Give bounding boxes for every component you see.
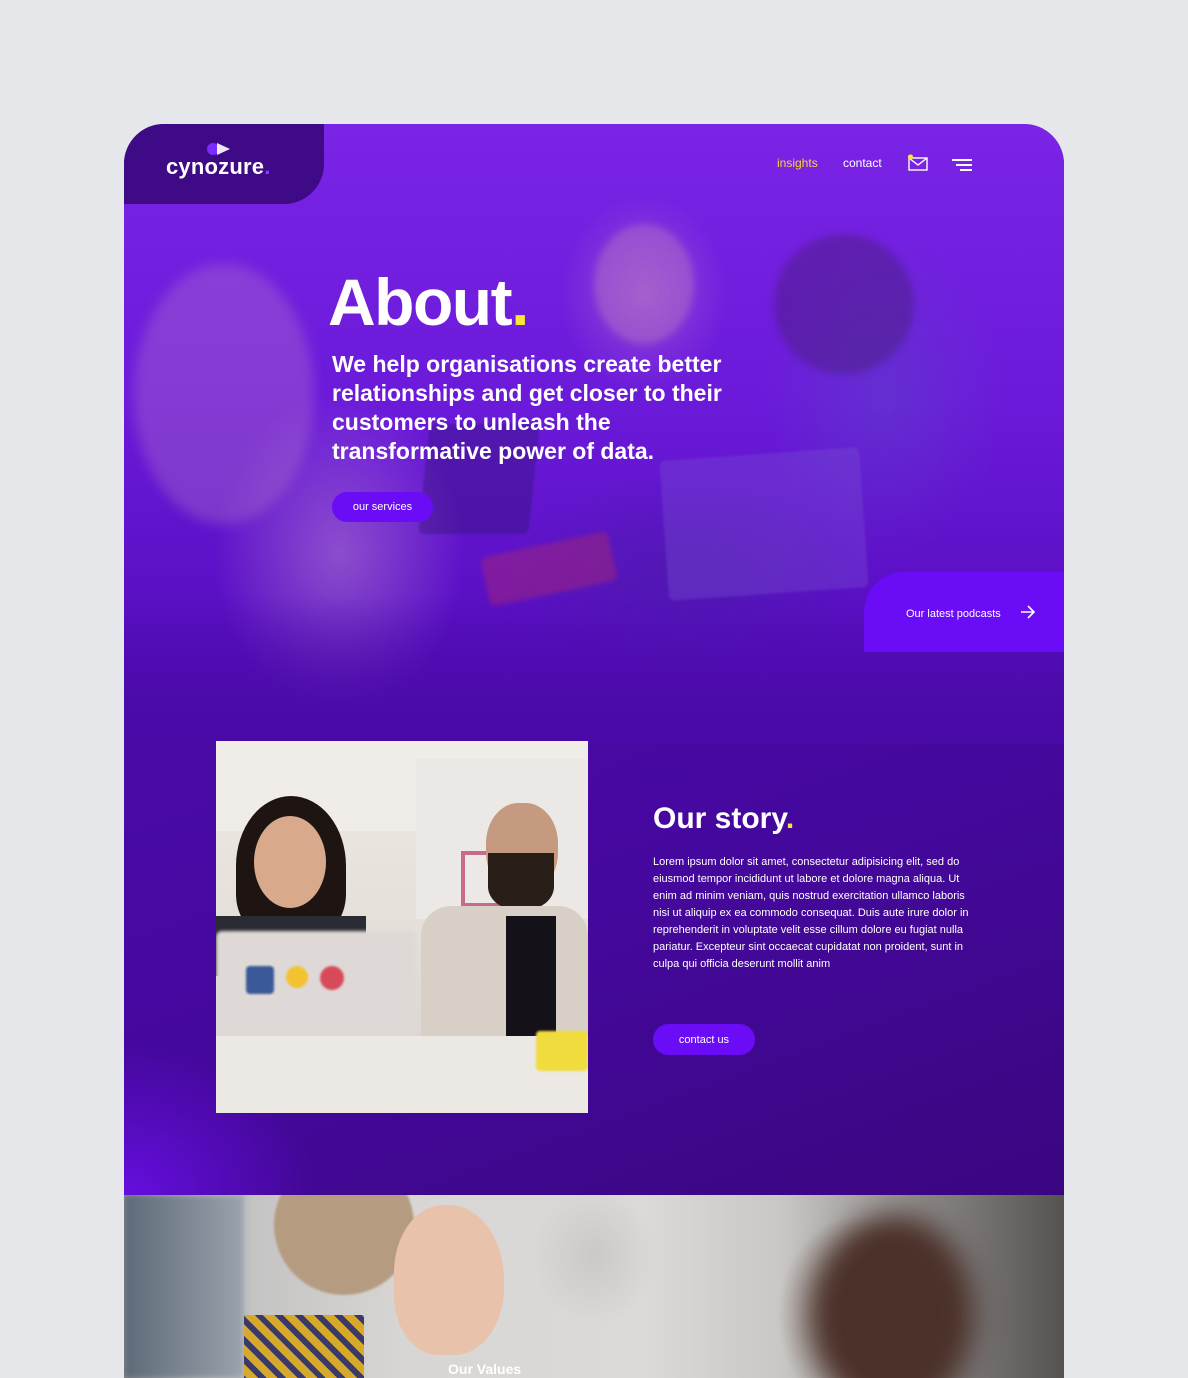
story-title: Our story. [653,802,795,835]
photo-sticker [320,966,344,990]
values-title: Our Values [448,1361,522,1377]
values-photo-background [124,1195,244,1378]
values-photo-figure [814,1215,974,1378]
nav-insights-link[interactable]: insights [777,156,818,170]
logo-tab[interactable]: cynozure. [124,124,324,204]
latest-podcasts-tab[interactable]: Our latest podcasts [864,572,1064,652]
photo-sticker [246,966,274,994]
photo-person-jacket [421,906,588,1046]
menu-icon[interactable] [950,156,974,174]
photo-table [216,1036,588,1113]
photo-notes [536,1031,588,1071]
photo-person-beard [488,853,554,909]
story-body: Lorem ipsum dolor sit amet, consectetur … [653,856,969,970]
photo-sticker [286,966,308,988]
story-photo [216,741,588,1113]
hero-photo-figure [774,234,914,374]
our-story-section: Our story. Lorem ipsum dolor sit amet, c… [124,741,1064,1195]
hero-photo-figure [134,264,314,524]
logo-wordmark: cynozure. [166,154,271,179]
hero-lead: We help organisations create better rela… [332,351,722,464]
hero-section: cynozure. insights contact About. We hel… [124,124,1064,744]
values-photo-hair [274,1195,414,1295]
our-services-button[interactable]: our services [332,492,433,522]
hero-photo-laptop [659,447,869,601]
nav-contact-link[interactable]: contact [843,156,882,170]
values-photo-face [394,1205,504,1355]
arrow-right-icon [1021,605,1036,619]
our-values-section: Our Values [124,1195,1064,1378]
mail-icon[interactable] [907,154,929,172]
podcasts-label: Our latest podcasts [906,608,1001,620]
page-frame: cynozure. insights contact About. We hel… [124,124,1064,1378]
values-photo-shirt [244,1315,364,1378]
contact-us-button[interactable]: contact us [653,1024,755,1055]
page-title: About. [328,265,529,339]
photo-person-face [254,816,326,908]
photo-person-shirt [506,916,556,1036]
hero-photo-figure [594,224,694,344]
